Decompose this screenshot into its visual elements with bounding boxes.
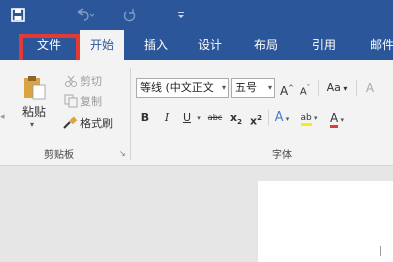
- shrink-font-icon: A: [299, 86, 307, 98]
- clipboard-group-label: 剪贴板: [44, 150, 74, 161]
- grow-font-button[interactable]: A^: [279, 78, 295, 98]
- font-name-value: 等线 (中文正文: [140, 81, 214, 94]
- paste-dropdown-icon[interactable]: ▾: [30, 120, 34, 129]
- separator: [356, 80, 357, 96]
- chevron-down-icon: ▾: [221, 83, 226, 92]
- copy-button[interactable]: 复制: [80, 93, 102, 109]
- underline-dropdown-icon[interactable]: ▾: [195, 108, 203, 128]
- change-case-icon: Aa: [326, 81, 341, 94]
- tab-references[interactable]: 引用: [302, 30, 346, 60]
- paste-icon[interactable]: [22, 75, 46, 101]
- tab-design[interactable]: 设计: [188, 30, 232, 60]
- text-effects-icon: A: [274, 110, 284, 125]
- document-page[interactable]: [258, 181, 393, 262]
- font-color-button[interactable]: A ▾: [324, 108, 350, 128]
- format-painter-button[interactable]: 格式刷: [80, 115, 113, 131]
- title-bar: [0, 0, 393, 30]
- underline-button[interactable]: U: [180, 108, 194, 128]
- shrink-font-button[interactable]: Aˇ: [297, 78, 313, 98]
- group-separator: [130, 68, 131, 160]
- redo-icon[interactable]: [120, 5, 140, 25]
- paste-button[interactable]: 粘贴: [22, 103, 46, 120]
- cut-icon[interactable]: [64, 73, 78, 87]
- cut-button[interactable]: 剪切: [80, 73, 102, 89]
- separator: [318, 80, 319, 96]
- ribbon-home: 粘贴 ▾ 剪切 复制 格式刷 剪贴板 ↘ 等线 (中文正文 ▾ 五号 ▾ A^ …: [0, 60, 393, 166]
- tab-mailings[interactable]: 邮件: [360, 30, 393, 60]
- tab-insert[interactable]: 插入: [134, 30, 178, 60]
- grow-font-icon: A: [279, 84, 289, 98]
- font-size-combo[interactable]: 五号 ▾: [231, 78, 275, 98]
- font-group-label: 字体: [272, 150, 292, 161]
- tab-layout[interactable]: 布局: [244, 30, 288, 60]
- chevron-down-icon: ▾: [267, 83, 272, 92]
- superscript-button[interactable]: x2: [248, 108, 264, 128]
- separator: [268, 110, 269, 126]
- font-size-value: 五号: [235, 81, 257, 94]
- strikethrough-button[interactable]: abc: [205, 108, 225, 128]
- font-name-combo[interactable]: 等线 (中文正文 ▾: [136, 78, 229, 98]
- highlight-button[interactable]: ab ▾: [296, 108, 322, 128]
- bold-button[interactable]: B: [138, 108, 152, 128]
- text-effects-button[interactable]: A ▾: [272, 108, 292, 128]
- customize-icon[interactable]: [174, 5, 188, 25]
- copy-icon[interactable]: [64, 93, 78, 108]
- italic-button[interactable]: I: [160, 108, 174, 128]
- tab-home[interactable]: 开始: [80, 30, 124, 60]
- change-case-button[interactable]: Aa ▾: [324, 78, 350, 98]
- subscript-button[interactable]: x2: [228, 108, 244, 128]
- clipboard-launcher-icon[interactable]: ↘: [119, 149, 126, 158]
- save-icon[interactable]: [8, 5, 28, 25]
- font-color-icon: A: [330, 111, 339, 128]
- format-painter-icon[interactable]: [62, 115, 78, 129]
- margin-mark: [380, 246, 381, 256]
- clear-formatting-icon[interactable]: A: [362, 78, 378, 98]
- highlight-icon: ab: [300, 113, 312, 126]
- ribbon-scroll-icon[interactable]: ◂: [0, 112, 8, 124]
- undo-icon[interactable]: [70, 5, 100, 25]
